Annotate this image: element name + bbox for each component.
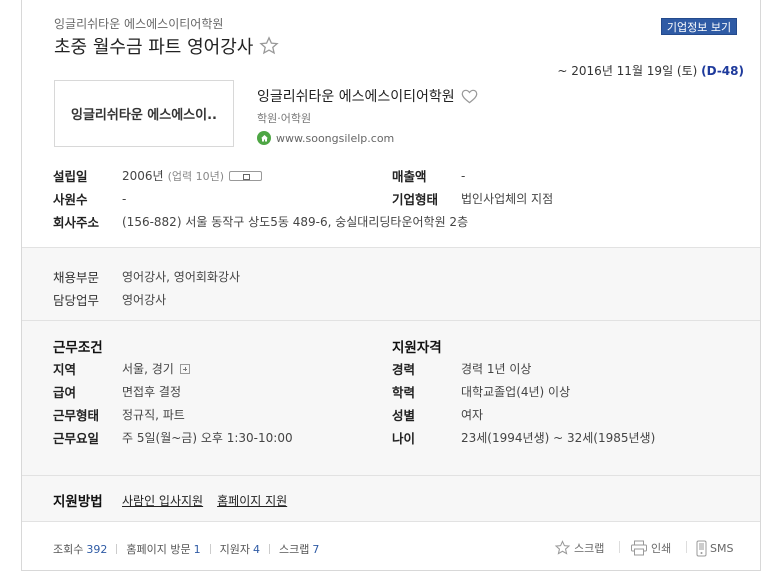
revenue-value: - (461, 168, 466, 183)
education-label: 학력 (392, 385, 416, 400)
separator (619, 541, 620, 553)
work-type-row: 근무형태 정규직, 파트 (53, 405, 185, 424)
deadline-date: ~ 2016년 11월 19일 (토) (557, 64, 698, 78)
founded-value: 2006년 (122, 169, 164, 183)
gender-row: 성별 여자 (392, 405, 483, 424)
region-row: 지역 서울, 경기 (53, 359, 190, 378)
company-website-url[interactable]: www.soongsilelp.com (276, 132, 394, 145)
work-days-value: 주 5일(월~금) 오후 1:30-10:00 (122, 431, 293, 445)
job-posting-panel: 잉글리쉬타운 에스에스이티어학원 초중 월수금 파트 영어강사 기업정보 보기 … (21, 0, 761, 571)
dday-badge: (D-48) (701, 64, 744, 78)
dept-value: 영어강사, 영어회화강사 (122, 270, 241, 284)
gender-label: 성별 (392, 408, 416, 423)
duty-section: 채용부문 영어강사, 영어회화강사 담당업무 영어강사 (22, 248, 760, 320)
career-label: 경력 (392, 362, 416, 377)
scraps-label: 스크랩 (278, 543, 310, 556)
company-logo-text: 잉글리쉬타운 에스에스이.. (71, 108, 217, 123)
scraps-count: 7 (312, 542, 320, 556)
views-count: 392 (86, 542, 108, 556)
career-icon[interactable] (229, 170, 263, 181)
star-icon (554, 540, 571, 555)
salary-label: 급여 (53, 385, 77, 400)
scrap-button[interactable]: 스크랩 (554, 540, 604, 556)
conditions-heading: 근무조건 (53, 340, 103, 356)
salary-value: 면접후 결정 (122, 385, 182, 399)
employees-label: 사원수 (53, 192, 88, 207)
address-row: 회사주소 (156-882) 서울 동작구 상도5동 489-6, 숭실대리딩타… (53, 212, 468, 231)
corp-type-row: 기업형태 법인사업체의 지점 (392, 189, 553, 208)
age-row: 나이 23세(1994년생) ~ 32세(1985년생) (392, 428, 655, 447)
founded-label: 설립일 (53, 169, 88, 184)
age-value: 23세(1994년생) ~ 32세(1985년생) (461, 431, 656, 445)
stats-bar: 조회수 392 홈페이지 방문 1 지원자 4 스크랩 7 (53, 541, 319, 557)
corp-type-label: 기업형태 (392, 192, 439, 207)
founded-row: 설립일 2006년 (업력 10년) (53, 166, 263, 185)
scrap-label: 스크랩 (574, 542, 605, 555)
separator (268, 544, 270, 554)
heart-icon[interactable] (461, 89, 478, 104)
star-icon[interactable] (259, 36, 279, 56)
education-value: 대학교졸업(4년) 이상 (461, 385, 571, 399)
dept-label: 채용부문 (53, 270, 100, 285)
print-button[interactable]: 인쇄 (630, 540, 671, 556)
job-title-text: 초중 월수금 파트 영어강사 (54, 37, 254, 58)
homepage-apply-link[interactable]: 홈페이지 지원 (217, 492, 287, 509)
divider (22, 521, 760, 522)
region-label: 지역 (53, 362, 77, 377)
education-row: 학력 대학교졸업(4년) 이상 (392, 382, 570, 401)
homepage-visits-label: 홈페이지 방문 (126, 543, 191, 556)
expand-region-icon[interactable] (179, 363, 190, 374)
address-value: (156-882) 서울 동작구 상도5동 489-6, 숭실대리딩타운어학원 … (122, 215, 469, 229)
employees-row: 사원수 - (53, 189, 126, 208)
dept-row: 채용부문 영어강사, 영어회화강사 (53, 267, 240, 286)
task-value: 영어강사 (122, 293, 167, 307)
applicants-label: 지원자 (219, 543, 250, 556)
company-website[interactable]: www.soongsilelp.com (257, 131, 394, 145)
company-name-text[interactable]: 잉글리쉬타운 에스에스이티어학원 (257, 86, 455, 106)
task-row: 담당업무 영어강사 (53, 290, 166, 309)
apply-row: 지원방법 사람인 입사지원 홈페이지 지원 (53, 490, 301, 511)
phone-icon (696, 540, 707, 557)
work-days-row: 근무요일 주 5일(월~금) 오후 1:30-10:00 (53, 428, 293, 447)
career-value: 경력 1년 이상 (461, 362, 532, 376)
print-label: 인쇄 (651, 542, 672, 555)
sms-button[interactable]: SMS (696, 540, 733, 557)
founded-years: (업력 10년) (167, 169, 225, 183)
company-name: 잉글리쉬타운 에스에스이티어학원 (257, 86, 478, 106)
views-label: 조회수 (53, 543, 84, 556)
company-info-button[interactable]: 기업정보 보기 (661, 18, 737, 35)
apply-section: 지원방법 사람인 입사지원 홈페이지 지원 (22, 476, 760, 521)
conditions-section: 근무조건 지원자격 지역 서울, 경기 급여 면접후 결정 근무형태 정규직, … (22, 321, 760, 475)
sms-label: SMS (710, 542, 734, 555)
qualifications-heading: 지원자격 (392, 340, 442, 356)
homepage-visits-count: 1 (193, 542, 201, 556)
work-type-label: 근무형태 (53, 408, 100, 423)
revenue-label: 매출액 (392, 169, 427, 184)
gender-value: 여자 (461, 408, 484, 422)
applicants-count: 4 (252, 542, 260, 556)
region-value: 서울, 경기 (122, 362, 174, 376)
salary-row: 급여 면접후 결정 (53, 382, 181, 401)
career-row: 경력 경력 1년 이상 (392, 359, 531, 378)
separator (116, 544, 118, 554)
work-days-label: 근무요일 (53, 431, 100, 446)
deadline: ~ 2016년 11월 19일 (토) (D-48) (557, 62, 744, 79)
company-category: 학원·어학원 (257, 112, 312, 125)
company-name-small[interactable]: 잉글리쉬타운 에스에스이티어학원 (54, 15, 223, 32)
corp-type-value: 법인사업체의 지점 (461, 192, 554, 206)
address-label: 회사주소 (53, 215, 100, 230)
work-type-value: 정규직, 파트 (122, 408, 185, 422)
revenue-row: 매출액 - (392, 166, 465, 185)
age-label: 나이 (392, 431, 416, 446)
home-icon (257, 131, 271, 145)
separator (686, 541, 687, 553)
apply-heading: 지원방법 (53, 494, 103, 510)
task-label: 담당업무 (53, 293, 100, 308)
printer-icon (631, 540, 647, 556)
saramin-apply-link[interactable]: 사람인 입사지원 (122, 492, 203, 509)
company-logo[interactable]: 잉글리쉬타운 에스에스이.. (54, 80, 234, 147)
separator (209, 544, 211, 554)
employees-value: - (122, 191, 127, 206)
job-title: 초중 월수금 파트 영어강사 (54, 33, 279, 59)
